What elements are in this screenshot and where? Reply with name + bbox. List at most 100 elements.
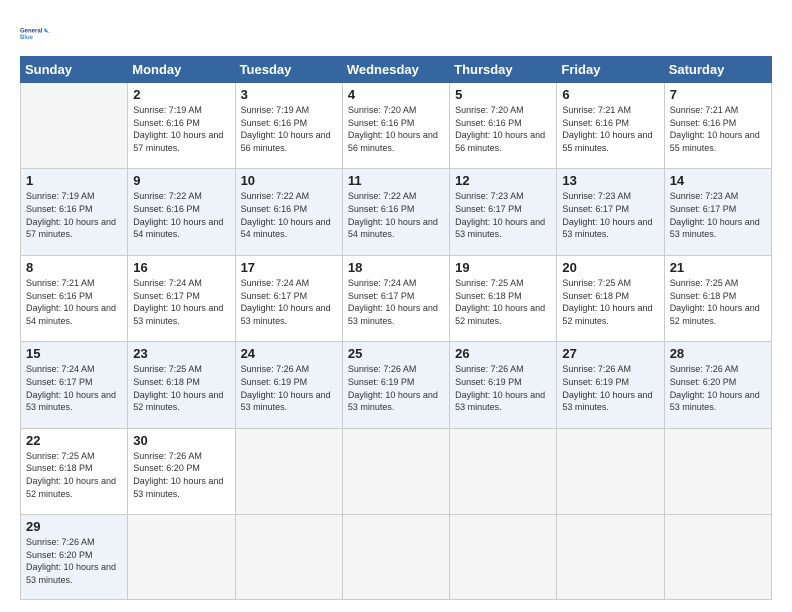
logo: GeneralBlue (20, 18, 50, 48)
day-info: Sunrise: 7:25 AMSunset: 6:18 PMDaylight:… (26, 450, 122, 500)
calendar-cell: 12 Sunrise: 7:23 AMSunset: 6:17 PMDayligh… (450, 169, 557, 255)
day-info: Sunrise: 7:26 AMSunset: 6:20 PMDaylight:… (670, 363, 766, 413)
calendar-cell: 30 Sunrise: 7:26 AMSunset: 6:20 PMDayligh… (128, 428, 235, 514)
calendar-cell: 14Sunrise: 7:23 AMSunset: 6:17 PMDayligh… (664, 169, 771, 255)
day-info: Sunrise: 7:25 AMSunset: 6:18 PMDaylight:… (133, 363, 229, 413)
day-number: 17 (241, 260, 337, 275)
calendar-cell: 26Sunrise: 7:26 AMSunset: 6:19 PMDayligh… (450, 342, 557, 428)
calendar-cell (450, 515, 557, 600)
day-info: Sunrise: 7:19 AMSunset: 6:16 PMDaylight:… (26, 190, 122, 240)
day-info: Sunrise: 7:22 AMSunset: 6:16 PMDaylight:… (133, 190, 229, 240)
day-number: 7 (670, 87, 766, 102)
day-number: 23 (133, 346, 229, 361)
calendar-cell: 15 Sunrise: 7:24 AMSunset: 6:17 PMDayligh… (21, 342, 128, 428)
calendar-cell: 29 Sunrise: 7:26 AMSunset: 6:20 PMDayligh… (21, 515, 128, 600)
calendar-cell: 23 Sunrise: 7:25 AMSunset: 6:18 PMDayligh… (128, 342, 235, 428)
day-info: Sunrise: 7:24 AMSunset: 6:17 PMDaylight:… (133, 277, 229, 327)
calendar-cell (235, 428, 342, 514)
page-header: GeneralBlue (20, 18, 772, 48)
day-number: 15 (26, 346, 122, 361)
column-header-tuesday: Tuesday (235, 57, 342, 83)
day-info: Sunrise: 7:26 AMSunset: 6:19 PMDaylight:… (455, 363, 551, 413)
calendar-cell: 1 Sunrise: 7:19 AMSunset: 6:16 PMDaylight… (21, 169, 128, 255)
day-info: Sunrise: 7:26 AMSunset: 6:19 PMDaylight:… (348, 363, 444, 413)
calendar-cell (557, 428, 664, 514)
calendar-cell (664, 515, 771, 600)
logo-icon: GeneralBlue (20, 18, 50, 48)
day-info: Sunrise: 7:26 AMSunset: 6:19 PMDaylight:… (562, 363, 658, 413)
calendar-cell: 2 Sunrise: 7:19 AMSunset: 6:16 PMDaylight… (128, 83, 235, 169)
day-number: 10 (241, 173, 337, 188)
calendar-row-0: 2 Sunrise: 7:19 AMSunset: 6:16 PMDaylight… (21, 83, 772, 169)
calendar-row-2: 8Sunrise: 7:21 AMSunset: 6:16 PMDaylight… (21, 255, 772, 341)
day-number: 24 (241, 346, 337, 361)
day-number: 28 (670, 346, 766, 361)
svg-text:Blue: Blue (20, 35, 34, 41)
calendar-cell: 5 Sunrise: 7:20 AMSunset: 6:16 PMDaylight… (450, 83, 557, 169)
calendar-cell (21, 83, 128, 169)
calendar-cell (342, 428, 449, 514)
day-info: Sunrise: 7:26 AMSunset: 6:20 PMDaylight:… (133, 450, 229, 500)
calendar-cell: 16 Sunrise: 7:24 AMSunset: 6:17 PMDayligh… (128, 255, 235, 341)
day-info: Sunrise: 7:24 AMSunset: 6:17 PMDaylight:… (241, 277, 337, 327)
day-number: 6 (562, 87, 658, 102)
column-header-saturday: Saturday (664, 57, 771, 83)
day-number: 18 (348, 260, 444, 275)
calendar-cell (128, 515, 235, 600)
column-header-sunday: Sunday (21, 57, 128, 83)
day-number: 3 (241, 87, 337, 102)
day-number: 4 (348, 87, 444, 102)
day-info: Sunrise: 7:24 AMSunset: 6:17 PMDaylight:… (26, 363, 122, 413)
column-header-monday: Monday (128, 57, 235, 83)
calendar-cell: 4Sunrise: 7:20 AMSunset: 6:16 PMDaylight… (342, 83, 449, 169)
day-info: Sunrise: 7:19 AMSunset: 6:16 PMDaylight:… (133, 104, 229, 154)
day-number: 1 (26, 173, 122, 188)
calendar-row-4: 22 Sunrise: 7:25 AMSunset: 6:18 PMDayligh… (21, 428, 772, 514)
calendar-cell: 28 Sunrise: 7:26 AMSunset: 6:20 PMDayligh… (664, 342, 771, 428)
calendar-cell: 22 Sunrise: 7:25 AMSunset: 6:18 PMDayligh… (21, 428, 128, 514)
day-info: Sunrise: 7:25 AMSunset: 6:18 PMDaylight:… (562, 277, 658, 327)
day-info: Sunrise: 7:19 AMSunset: 6:16 PMDaylight:… (241, 104, 337, 154)
day-info: Sunrise: 7:21 AMSunset: 6:16 PMDaylight:… (562, 104, 658, 154)
day-number: 8 (26, 260, 122, 275)
day-info: Sunrise: 7:25 AMSunset: 6:18 PMDaylight:… (670, 277, 766, 327)
calendar-cell: 13Sunrise: 7:23 AMSunset: 6:17 PMDayligh… (557, 169, 664, 255)
calendar-cell: 17 Sunrise: 7:24 AMSunset: 6:17 PMDayligh… (235, 255, 342, 341)
calendar-cell: 10 Sunrise: 7:22 AMSunset: 6:16 PMDayligh… (235, 169, 342, 255)
day-info: Sunrise: 7:25 AMSunset: 6:18 PMDaylight:… (455, 277, 551, 327)
calendar-cell (342, 515, 449, 600)
calendar-cell: 19Sunrise: 7:25 AMSunset: 6:18 PMDayligh… (450, 255, 557, 341)
calendar-cell: 7Sunrise: 7:21 AMSunset: 6:16 PMDaylight… (664, 83, 771, 169)
day-number: 2 (133, 87, 229, 102)
day-number: 5 (455, 87, 551, 102)
day-info: Sunrise: 7:22 AMSunset: 6:16 PMDaylight:… (241, 190, 337, 240)
calendar-cell (235, 515, 342, 600)
day-number: 16 (133, 260, 229, 275)
day-number: 12 (455, 173, 551, 188)
day-info: Sunrise: 7:22 AMSunset: 6:16 PMDaylight:… (348, 190, 444, 240)
calendar-table: SundayMondayTuesdayWednesdayThursdayFrid… (20, 56, 772, 600)
day-number: 25 (348, 346, 444, 361)
day-info: Sunrise: 7:26 AMSunset: 6:20 PMDaylight:… (26, 536, 122, 586)
day-info: Sunrise: 7:23 AMSunset: 6:17 PMDaylight:… (670, 190, 766, 240)
calendar-cell: 24Sunrise: 7:26 AMSunset: 6:19 PMDayligh… (235, 342, 342, 428)
day-number: 29 (26, 519, 122, 534)
calendar-cell: 8Sunrise: 7:21 AMSunset: 6:16 PMDaylight… (21, 255, 128, 341)
calendar-header-row: SundayMondayTuesdayWednesdayThursdayFrid… (21, 57, 772, 83)
day-number: 20 (562, 260, 658, 275)
calendar-cell: 11 Sunrise: 7:22 AMSunset: 6:16 PMDayligh… (342, 169, 449, 255)
svg-text:General: General (20, 28, 43, 34)
calendar-cell: 18Sunrise: 7:24 AMSunset: 6:17 PMDayligh… (342, 255, 449, 341)
calendar-row-3: 15 Sunrise: 7:24 AMSunset: 6:17 PMDayligh… (21, 342, 772, 428)
day-info: Sunrise: 7:20 AMSunset: 6:16 PMDaylight:… (455, 104, 551, 154)
calendar-row-1: 1 Sunrise: 7:19 AMSunset: 6:16 PMDaylight… (21, 169, 772, 255)
day-info: Sunrise: 7:23 AMSunset: 6:17 PMDaylight:… (455, 190, 551, 240)
day-number: 27 (562, 346, 658, 361)
calendar-cell: 6 Sunrise: 7:21 AMSunset: 6:16 PMDaylight… (557, 83, 664, 169)
column-header-friday: Friday (557, 57, 664, 83)
day-number: 22 (26, 433, 122, 448)
calendar-cell: 3 Sunrise: 7:19 AMSunset: 6:16 PMDaylight… (235, 83, 342, 169)
day-number: 21 (670, 260, 766, 275)
day-number: 30 (133, 433, 229, 448)
day-number: 11 (348, 173, 444, 188)
